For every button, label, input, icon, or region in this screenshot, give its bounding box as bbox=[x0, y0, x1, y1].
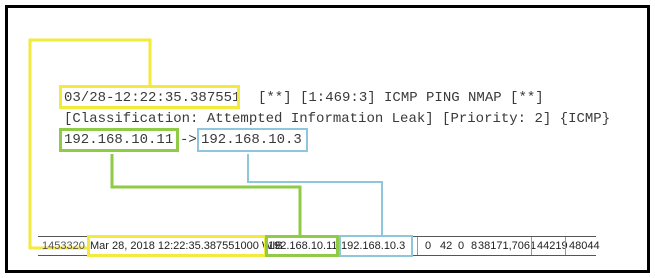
column-divider bbox=[531, 237, 532, 255]
log-classification: [Classification: Attempted Information L… bbox=[64, 111, 611, 127]
log-alert-text: [**] [1:469:3] ICMP PING NMAP [**] bbox=[258, 90, 544, 106]
log-arrow: -> bbox=[180, 132, 197, 148]
log-source-ip-highlight bbox=[59, 128, 179, 152]
csv-value: 38171,7061 bbox=[478, 240, 537, 252]
csv-timestamp-highlight bbox=[87, 235, 267, 257]
csv-value: 42 bbox=[440, 240, 453, 252]
csv-value: 8 bbox=[471, 240, 478, 252]
csv-destination-ip-highlight bbox=[339, 235, 413, 257]
column-divider bbox=[417, 237, 418, 255]
log-timestamp-highlight bbox=[59, 85, 240, 109]
csv-value: 0 bbox=[425, 240, 432, 252]
source-ip-connector bbox=[110, 154, 302, 236]
destination-ip-connector bbox=[247, 154, 383, 236]
csv-value: 48044 bbox=[569, 240, 600, 252]
csv-cut-value: 1453320 bbox=[42, 240, 85, 252]
column-divider bbox=[565, 237, 566, 255]
csv-value: 44219 bbox=[537, 240, 568, 252]
csv-value: 0 bbox=[458, 240, 465, 252]
log-destination-ip-highlight bbox=[197, 128, 308, 152]
csv-source-ip-highlight bbox=[265, 235, 339, 257]
